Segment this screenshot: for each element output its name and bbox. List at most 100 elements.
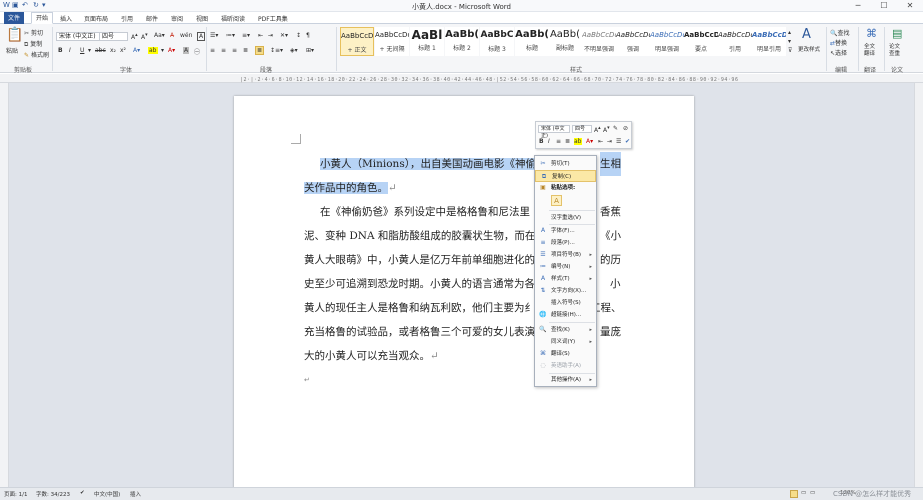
menu-item-text-direction[interactable]: ⇅ 文字方向(X)...	[535, 285, 596, 297]
align-right-icon[interactable]: ≡	[232, 47, 237, 54]
menu-item-paragraph[interactable]: ≡ 段落(P)...	[535, 237, 596, 249]
tab-page-layout[interactable]: 页面布局	[80, 13, 112, 24]
horizontal-ruler[interactable]: |2·|·2·4·6·8·10·12·14·16·18·20·22·24·26·…	[0, 74, 923, 83]
mini-font-select[interactable]: 宋体 (中文正)	[538, 125, 570, 139]
tab-review[interactable]: 审阅	[167, 13, 187, 24]
superscript-icon[interactable]: x²	[120, 47, 126, 54]
menu-item-copy[interactable]: ⧉ 复制(C)	[535, 170, 596, 182]
thesis-check-button[interactable]: 论文查重	[889, 44, 903, 58]
mini-styles-icon[interactable]: ✔	[625, 138, 630, 145]
shading-icon[interactable]: ◈▾	[290, 47, 298, 54]
sort-icon[interactable]: ↕	[296, 32, 301, 39]
menu-item-numbering[interactable]: ≔ 编号(N) ▸	[535, 261, 596, 273]
char-shading-icon[interactable]: A	[183, 47, 190, 54]
decrease-indent-icon[interactable]: ⇤	[258, 32, 263, 39]
change-styles-button[interactable]: 更改样式	[798, 45, 820, 53]
enclose-char-icon[interactable]: ㊀	[194, 47, 200, 56]
mini-clear-icon[interactable]: ⊘	[623, 125, 628, 132]
style-subtle-emphasis[interactable]: AaBbCcDd 不明显强调	[582, 27, 616, 56]
mini-format-painter-icon[interactable]: ✎	[613, 125, 618, 132]
menu-item-synonyms[interactable]: 同义词(Y) ▸	[535, 336, 596, 348]
mini-decrease-indent-icon[interactable]: ⇤	[598, 138, 603, 145]
styles-scroll-down-icon[interactable]: ▾	[788, 38, 791, 45]
underline-dropdown-icon[interactable]: ▾	[88, 47, 91, 54]
style-intense-emphasis[interactable]: AaBbCcDd 明显强调	[650, 27, 684, 56]
proofing-icon[interactable]: ✔	[80, 490, 85, 496]
styles-more-icon[interactable]: ⊽	[788, 47, 792, 54]
select-button[interactable]: ↖选择	[830, 48, 847, 57]
menu-item-font[interactable]: A 字体(F)...	[535, 225, 596, 237]
insert-mode[interactable]: 插入	[130, 490, 141, 498]
page-count[interactable]: 页面: 1/1	[4, 490, 27, 498]
thesis-check-icon[interactable]: ▤	[892, 27, 902, 40]
language-status[interactable]: 中文(中国)	[94, 490, 120, 498]
tab-foxit[interactable]: 福昕阅读	[217, 13, 249, 24]
mini-highlight-icon[interactable]: ab	[574, 138, 582, 145]
menu-item-bullets[interactable]: ☰ 项目符号(B) ▸	[535, 249, 596, 261]
change-case-icon[interactable]: Aa▾	[154, 32, 165, 39]
font-color-icon[interactable]: A▾	[168, 47, 175, 54]
tab-mailings[interactable]: 邮件	[142, 13, 162, 24]
menu-item-styles[interactable]: A 样式(T) ▸	[535, 273, 596, 285]
increase-indent-icon[interactable]: ⇥	[268, 32, 273, 39]
tab-file[interactable]: 文件	[4, 12, 25, 24]
menu-item-more-actions[interactable]: 其他操作(A) ▸	[535, 374, 596, 386]
text-effects-icon[interactable]: A▾	[133, 47, 140, 54]
menu-item-hyperlink[interactable]: 🌐 超链接(H)...	[535, 309, 596, 321]
align-center-icon[interactable]: ≡	[221, 47, 226, 54]
bullets-icon[interactable]: ☰▾	[210, 32, 218, 39]
paste-icon[interactable]: 📋	[6, 27, 23, 43]
mini-font-color-icon[interactable]: A▾	[586, 138, 593, 145]
copy-button[interactable]: ⧉ 复制	[24, 39, 42, 49]
style-heading-3[interactable]: AaBbC 标题 3	[480, 27, 514, 56]
mini-bold-icon[interactable]: B	[539, 138, 544, 145]
subscript-icon[interactable]: x₂	[110, 47, 116, 54]
menu-item-reconvert[interactable]: 汉字重选(V)	[535, 212, 596, 224]
close-button[interactable]: ✕	[897, 0, 923, 11]
style-subtitle[interactable]: AaBb(副标题	[548, 27, 582, 56]
mini-bullets-icon[interactable]: ☰	[616, 138, 621, 145]
bold-icon[interactable]: B	[58, 47, 63, 54]
mini-distributed-icon[interactable]: ≣	[565, 138, 570, 145]
change-styles-icon[interactable]: A	[802, 27, 811, 42]
style-emphasis[interactable]: AaBbCcDd 强调	[616, 27, 650, 56]
minimize-button[interactable]: ─	[845, 0, 871, 11]
style-no-spacing[interactable]: AaBbCcDd + 无间隔	[375, 27, 409, 56]
shrink-font-icon[interactable]: A▾	[141, 32, 148, 41]
borders-icon[interactable]: ⊞▾	[306, 47, 314, 54]
mini-grow-font-icon[interactable]: A▴	[594, 125, 601, 134]
tab-pdf-tools[interactable]: PDF工具集	[254, 13, 292, 24]
mini-increase-indent-icon[interactable]: ⇥	[607, 138, 612, 145]
align-left-icon[interactable]: ≡	[210, 47, 215, 54]
style-heading-1[interactable]: AaBl 标题 1	[410, 27, 444, 56]
show-marks-icon[interactable]: ¶	[306, 32, 310, 39]
vertical-ruler[interactable]	[0, 83, 9, 487]
strikethrough-icon[interactable]: abc	[95, 47, 106, 54]
paste-keep-text-icon[interactable]: A	[551, 195, 562, 206]
style-strong[interactable]: AaBbCcDd 要点	[684, 27, 718, 56]
menu-item-find[interactable]: 🔍 查找(K) ▸	[535, 324, 596, 336]
style-title[interactable]: AaBb(标题	[515, 27, 549, 56]
multilevel-list-icon[interactable]: ≡▾	[242, 32, 250, 39]
justify-icon[interactable]: ≣	[243, 47, 248, 54]
style-intense-quote[interactable]: AaBbCcDd 明显引用	[752, 27, 786, 56]
replace-button[interactable]: ⇄替换	[830, 38, 847, 47]
full-translate-button[interactable]: 全文翻译	[864, 44, 878, 58]
numbering-icon[interactable]: ≔▾	[226, 32, 235, 39]
menu-item-cut[interactable]: ✂ 剪切(T)	[535, 158, 596, 170]
paste-button[interactable]: 粘贴	[6, 46, 18, 55]
line-spacing-icon[interactable]: ↕≡▾	[270, 47, 283, 54]
mini-center-icon[interactable]: ≡	[556, 138, 561, 145]
char-border-icon[interactable]: A	[197, 32, 206, 41]
full-screen-view-icon[interactable]: ▭	[801, 490, 806, 496]
cut-button[interactable]: ✂ 剪切	[24, 28, 43, 37]
menu-item-insert-symbol[interactable]: 插入符号(S)	[535, 297, 596, 309]
print-layout-icon[interactable]	[790, 490, 798, 498]
find-button[interactable]: 🔍查找	[830, 28, 850, 37]
word-count[interactable]: 字数: 34/223	[36, 490, 70, 498]
grow-font-icon[interactable]: A▴	[131, 32, 138, 41]
vertical-scrollbar[interactable]	[914, 83, 923, 487]
phonetic-guide-icon[interactable]: wén	[180, 32, 192, 39]
tab-home[interactable]: 开始	[31, 12, 54, 24]
italic-icon[interactable]: I	[69, 47, 71, 54]
